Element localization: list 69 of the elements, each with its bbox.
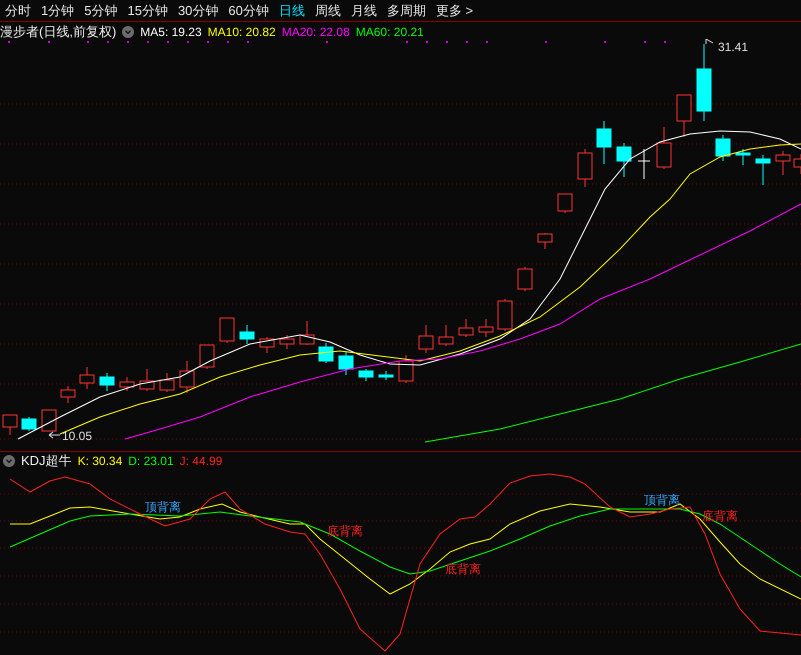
stock-title: 漫步者(日线,前复权) [0, 22, 116, 41]
candlestick [776, 150, 790, 176]
candlestick [160, 372, 174, 392]
period-tab[interactable]: 分时 [5, 0, 31, 20]
period-tab[interactable]: 15分钟 [127, 0, 168, 20]
candlestick [578, 148, 592, 188]
ma-value: MA60: 20.21 [356, 24, 424, 40]
kdj-value: J: 44.99 [180, 453, 222, 470]
candlestick [498, 298, 512, 332]
candlestick [80, 366, 94, 390]
candlestick [280, 334, 294, 350]
period-tab[interactable]: 5分钟 [84, 0, 118, 20]
low-price-label: 10.05 [62, 429, 92, 443]
high-price-label: 31.41 [718, 40, 748, 54]
kdj-value: K: 30.34 [78, 453, 122, 470]
candlestick [538, 232, 552, 250]
candlestick [2, 414, 18, 436]
period-tab[interactable]: 1分钟 [41, 0, 74, 20]
candlestick [398, 354, 414, 384]
candlestick [220, 318, 234, 344]
high-marker-arrow [706, 39, 714, 44]
candlestick [358, 368, 374, 382]
ma-value: MA10: 20.82 [208, 24, 276, 40]
period-tab[interactable]: 更多 > [436, 0, 474, 20]
candlestick [736, 148, 750, 166]
candlestick [518, 266, 532, 292]
divergence-label: 底背离 [327, 524, 363, 538]
candlestick [656, 126, 672, 170]
kdj-value: D: 23.01 [128, 453, 174, 470]
candlestick [140, 368, 154, 392]
dropdown-icon[interactable] [3, 455, 15, 467]
candlestick [318, 342, 334, 364]
candlestick [22, 416, 36, 432]
candlestick [418, 324, 434, 354]
candlestick [378, 370, 394, 380]
candlestick [478, 318, 494, 338]
ma-value: MA20: 22.08 [282, 24, 350, 40]
candlestick [756, 154, 770, 186]
divergence-label: 顶背离 [644, 493, 680, 507]
candlestick [676, 94, 692, 138]
ma-value: MA5: 19.23 [140, 24, 202, 40]
period-tab[interactable]: 月线 [350, 0, 377, 20]
candlestick [300, 320, 314, 346]
dropdown-icon[interactable] [122, 26, 134, 38]
candlestick [42, 410, 56, 432]
candlestick [716, 134, 730, 162]
candlestick [558, 194, 572, 214]
candlestick [438, 324, 454, 346]
candlestick [616, 142, 632, 178]
candlestick [338, 350, 354, 376]
candlestick [260, 336, 274, 354]
indicator-title: KDJ超牛 [21, 452, 72, 470]
candlestick [60, 386, 76, 404]
divergence-label: 底背离 [445, 562, 481, 576]
candlestick [458, 318, 474, 338]
candlestick [120, 376, 134, 392]
period-tab[interactable]: 多周期 [386, 0, 426, 20]
candlestick [596, 120, 612, 164]
candlestick [638, 148, 650, 180]
period-tab[interactable]: 周线 [314, 0, 341, 20]
period-tab[interactable]: 30分钟 [178, 0, 218, 20]
candlestick [240, 324, 254, 344]
divergence-label: 顶背离 [145, 500, 181, 514]
period-tab[interactable]: 60分钟 [228, 0, 269, 20]
period-tab[interactable]: 日线 [278, 0, 305, 20]
candlestick [180, 360, 194, 394]
candlestick [200, 344, 214, 370]
low-marker-arrow [48, 432, 60, 438]
candlestick [100, 372, 114, 392]
